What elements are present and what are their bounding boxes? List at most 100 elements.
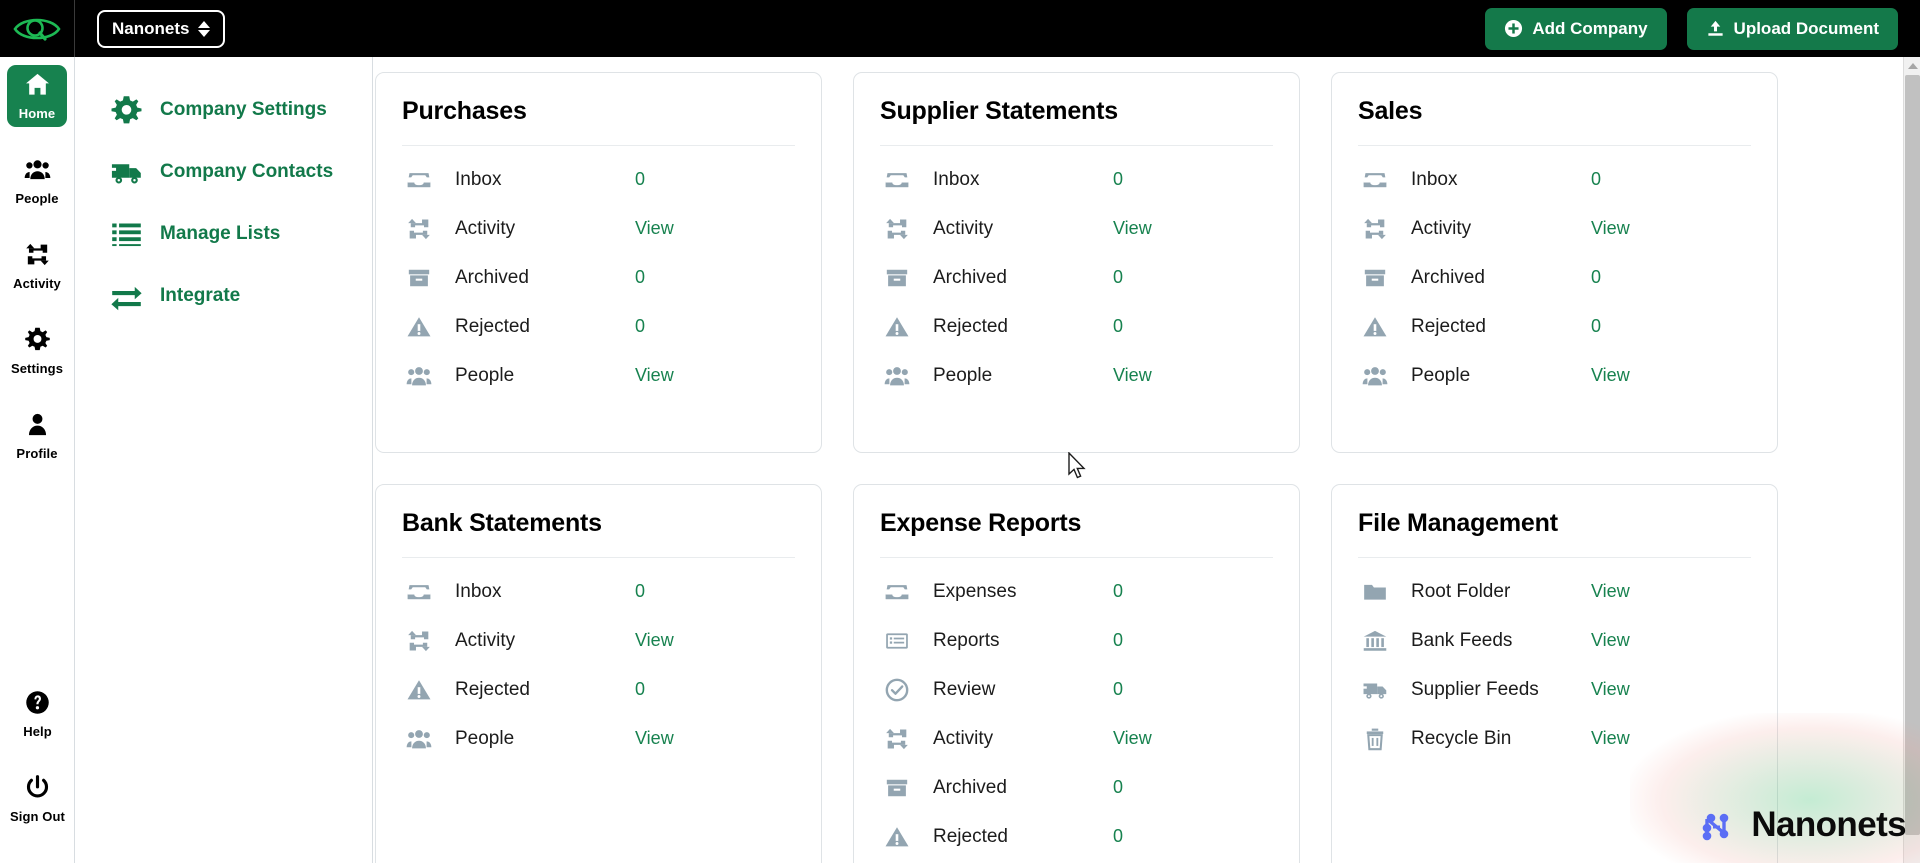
rail-item-settings[interactable]: Settings [7, 320, 67, 382]
rail-item-sign out[interactable]: Sign Out [8, 768, 68, 830]
card-row[interactable]: Rejected 0 [402, 665, 795, 714]
card-row-label: Activity [933, 217, 994, 239]
company-switcher[interactable]: Nanonets [97, 9, 226, 48]
warning-icon [880, 314, 914, 340]
rail-item-home[interactable]: Home [7, 65, 67, 127]
card-row[interactable]: Activity View [402, 204, 795, 253]
subnav-item-integrate[interactable]: Integrate [76, 271, 372, 321]
inbox-icon [402, 167, 436, 193]
card-row-value[interactable]: 0 [1591, 169, 1601, 190]
card-row[interactable]: Inbox 0 [1358, 155, 1751, 204]
card-row[interactable]: Activity View [402, 616, 795, 665]
card-row-label: Inbox [455, 168, 502, 190]
card-row[interactable]: Inbox 0 [402, 155, 795, 204]
card-row-value[interactable]: 0 [1113, 630, 1123, 651]
card-row-label: Rejected [455, 678, 530, 700]
card-row[interactable]: People View [880, 351, 1273, 400]
card-row[interactable]: Root Folder View [1358, 567, 1751, 616]
brand-logo[interactable] [0, 0, 75, 57]
card-row-value[interactable]: View [1591, 365, 1630, 386]
card-row[interactable]: Rejected 0 [880, 302, 1273, 351]
rail-top-group: Home People Activity Settings Profile [7, 57, 67, 490]
rail-item-people[interactable]: People [7, 150, 67, 212]
card-row-value[interactable]: View [1113, 218, 1152, 239]
card-row-value[interactable]: 0 [1113, 679, 1123, 700]
card-row[interactable]: Supplier Feeds View [1358, 665, 1751, 714]
inbox-icon [880, 167, 914, 193]
card-row-value[interactable]: 0 [1113, 777, 1123, 798]
people-icon [24, 156, 51, 188]
card-title: Purchases [402, 97, 795, 146]
card-row-label: Activity [455, 629, 516, 651]
subnav-item-label: Company Contacts [160, 161, 334, 182]
gear-icon [24, 326, 51, 358]
card-row-label: Root Folder [1411, 580, 1511, 602]
card-row[interactable]: People View [1358, 351, 1751, 400]
card-row-value[interactable]: 0 [635, 679, 645, 700]
card-row[interactable]: Recycle Bin View [1358, 714, 1751, 763]
card-row-value[interactable]: View [1591, 679, 1630, 700]
card-row-label: Rejected [1411, 315, 1486, 337]
scroll-up-arrow-icon[interactable] [1904, 57, 1920, 74]
card-row[interactable]: Rejected 0 [1358, 302, 1751, 351]
card-row[interactable]: Inbox 0 [402, 567, 795, 616]
card-row-value[interactable]: View [1591, 218, 1630, 239]
card-row[interactable]: Activity View [880, 204, 1273, 253]
card-row-value[interactable]: View [1591, 581, 1630, 602]
card-row[interactable]: Inbox 0 [880, 155, 1273, 204]
card-supplier-statements: Supplier Statements Inbox 0 Activity View Arc… [853, 72, 1300, 453]
rail-item-profile[interactable]: Profile [7, 405, 67, 467]
card-row-value[interactable]: 0 [635, 316, 645, 337]
card-row-value[interactable]: 0 [1113, 581, 1123, 602]
warning-icon [402, 677, 436, 703]
card-row-label: Activity [933, 727, 994, 749]
rail-item-label: Profile [16, 446, 58, 461]
card-row-value[interactable]: 0 [1113, 316, 1123, 337]
card-row[interactable]: Expenses 0 [880, 567, 1273, 616]
card-row[interactable]: Archived 0 [880, 763, 1273, 812]
card-row[interactable]: Bank Feeds View [1358, 616, 1751, 665]
card-row[interactable]: People View [402, 714, 795, 763]
card-row-value[interactable]: View [1591, 630, 1630, 651]
rail-item-activity[interactable]: Activity [7, 235, 67, 297]
card-row[interactable]: People View [402, 351, 795, 400]
card-row[interactable]: Rejected 0 [880, 812, 1273, 861]
card-row-value[interactable]: 0 [635, 581, 645, 602]
scrollbar-thumb[interactable] [1905, 75, 1920, 835]
card-row[interactable]: Archived 0 [1358, 253, 1751, 302]
card-row-value[interactable]: 0 [1591, 316, 1601, 337]
card-title: Supplier Statements [880, 97, 1273, 146]
rail-item-help[interactable]: Help [8, 683, 68, 745]
card-row-value[interactable]: View [1113, 365, 1152, 386]
card-row-value[interactable]: View [635, 218, 674, 239]
card-row[interactable]: Review 0 [880, 665, 1273, 714]
card-row-value[interactable]: View [1591, 728, 1630, 749]
add-company-button[interactable]: Add Company [1485, 7, 1667, 50]
card-row[interactable]: Activity View [880, 714, 1273, 763]
card-row-label: Inbox [455, 580, 502, 602]
card-row-value[interactable]: 0 [1113, 169, 1123, 190]
card-row[interactable]: Reports 0 [880, 616, 1273, 665]
card-row-value[interactable]: View [1113, 728, 1152, 749]
app-root: Nanonets Add Company Upload Document Hom… [0, 0, 1920, 863]
card-row-value[interactable]: View [635, 630, 674, 651]
vertical-scrollbar[interactable] [1903, 57, 1920, 863]
card-row-value[interactable]: 0 [635, 267, 645, 288]
subnav-item-company-settings[interactable]: Company Settings [76, 85, 372, 135]
upload-document-button[interactable]: Upload Document [1686, 7, 1898, 50]
activity-icon [1358, 216, 1392, 242]
card-row[interactable]: Archived 0 [402, 253, 795, 302]
card-row-value[interactable]: View [635, 728, 674, 749]
card-row-value[interactable]: 0 [635, 169, 645, 190]
subnav-item-manage-lists[interactable]: Manage Lists [76, 209, 372, 259]
card-row-value[interactable]: 0 [1591, 267, 1601, 288]
card-row-value[interactable]: 0 [1113, 826, 1123, 847]
card-row[interactable]: Activity View [1358, 204, 1751, 253]
card-row[interactable]: Rejected 0 [402, 302, 795, 351]
archive-icon [402, 265, 436, 291]
card-row-value[interactable]: View [635, 365, 674, 386]
card-row-value[interactable]: 0 [1113, 267, 1123, 288]
truck-icon [1358, 677, 1392, 703]
card-row[interactable]: Archived 0 [880, 253, 1273, 302]
subnav-item-company-contacts[interactable]: Company Contacts [76, 147, 372, 197]
